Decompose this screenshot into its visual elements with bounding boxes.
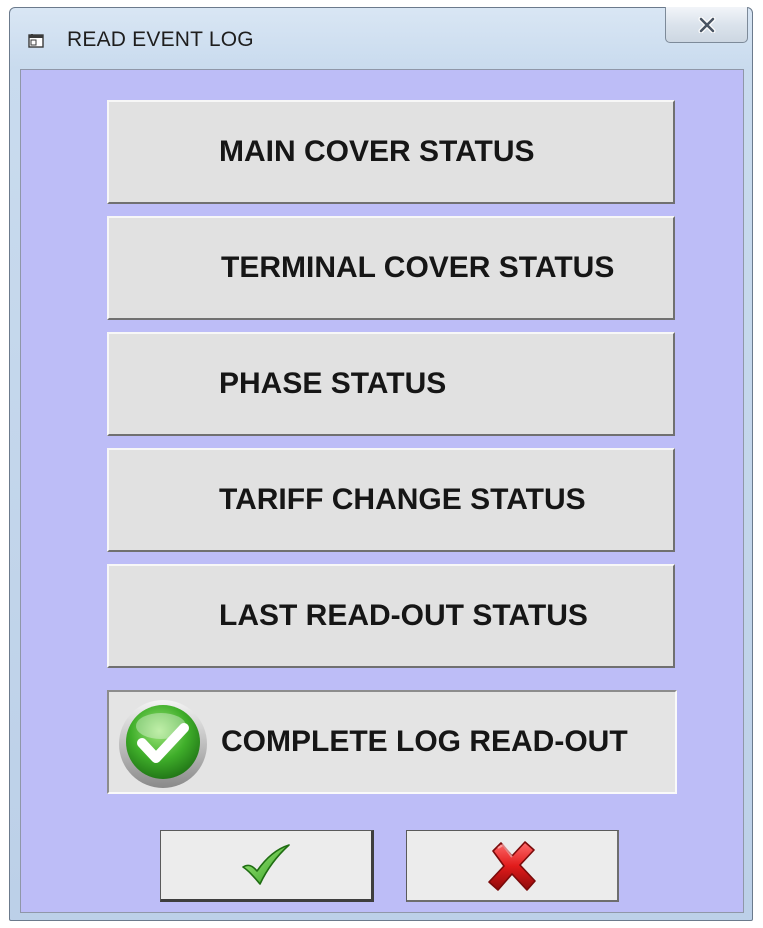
ok-button[interactable]: [160, 830, 374, 902]
complete-log-readout-label: COMPLETE LOG READ-OUT: [221, 725, 628, 758]
last-readout-status-button[interactable]: LAST READ-OUT STATUS: [107, 564, 675, 668]
terminal-cover-status-button[interactable]: TERMINAL COVER STATUS: [107, 216, 675, 320]
main-cover-status-button[interactable]: MAIN COVER STATUS: [107, 100, 675, 204]
green-check-circle-icon: [119, 700, 207, 788]
title-bar[interactable]: READ EVENT LOG: [10, 7, 752, 70]
main-cover-status-label: MAIN COVER STATUS: [219, 135, 535, 168]
close-button[interactable]: [665, 7, 748, 43]
last-readout-status-label: LAST READ-OUT STATUS: [219, 599, 588, 632]
dialog-body: MAIN COVER STATUS TERMINAL COVER STATUS …: [20, 69, 744, 913]
complete-log-readout-button[interactable]: COMPLETE LOG READ-OUT: [107, 690, 677, 794]
read-event-log-window: READ EVENT LOG MAIN COVER STATUS TERMINA…: [9, 7, 753, 921]
window-title: READ EVENT LOG: [67, 28, 254, 51]
tariff-change-status-button[interactable]: TARIFF CHANGE STATUS: [107, 448, 675, 552]
cancel-button[interactable]: [406, 830, 619, 902]
tariff-change-status-label: TARIFF CHANGE STATUS: [219, 483, 586, 516]
terminal-cover-status-label: TERMINAL COVER STATUS: [221, 251, 615, 284]
green-checkmark-icon: [242, 844, 290, 885]
close-x-icon: [698, 16, 715, 33]
window-app-icon: [28, 34, 44, 48]
phase-status-button[interactable]: PHASE STATUS: [107, 332, 675, 436]
phase-status-label: PHASE STATUS: [219, 367, 447, 400]
red-x-icon: [488, 840, 536, 891]
